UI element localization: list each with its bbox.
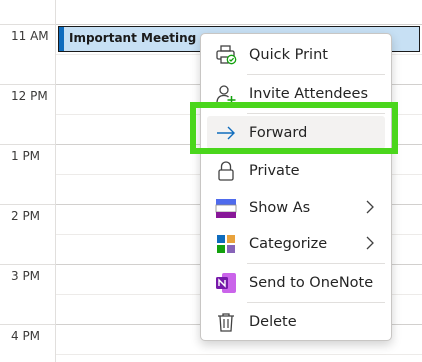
event-color-bar bbox=[59, 27, 64, 51]
context-menu: Quick Print Invite Attendees Forward Pri… bbox=[200, 33, 392, 341]
menu-item-delete[interactable]: Delete bbox=[207, 305, 385, 338]
categorize-icon bbox=[215, 233, 237, 255]
gutter-divider bbox=[0, 204, 55, 205]
menu-separator bbox=[247, 74, 385, 75]
chevron-right-icon bbox=[363, 235, 377, 255]
gutter-divider bbox=[0, 264, 55, 265]
menu-item-private[interactable]: Private bbox=[207, 154, 385, 187]
menu-item-label: Delete bbox=[249, 313, 297, 330]
time-gutter: 11 AM 12 PM 1 PM 2 PM 3 PM 4 PM bbox=[0, 0, 56, 362]
menu-separator bbox=[247, 302, 385, 303]
time-label-1pm: 1 PM bbox=[11, 149, 41, 163]
time-label-2pm: 2 PM bbox=[11, 209, 41, 223]
chevron-right-icon bbox=[363, 199, 377, 219]
time-label-11am: 11 AM bbox=[11, 29, 49, 43]
trash-icon bbox=[215, 311, 237, 333]
onenote-icon bbox=[215, 272, 237, 294]
menu-item-categorize[interactable]: Categorize bbox=[207, 227, 385, 260]
quick-print-icon bbox=[215, 44, 237, 66]
gutter-divider bbox=[0, 24, 55, 25]
menu-item-show-as[interactable]: Show As bbox=[207, 191, 385, 224]
menu-item-quick-print[interactable]: Quick Print bbox=[207, 38, 385, 71]
half-hour-line bbox=[56, 354, 422, 355]
show-as-icon bbox=[215, 197, 237, 219]
event-title: Important Meeting bbox=[69, 31, 197, 45]
menu-separator bbox=[247, 263, 385, 264]
forward-highlight-box bbox=[190, 102, 398, 154]
hour-line bbox=[56, 24, 422, 25]
menu-item-label: Invite Attendees bbox=[249, 85, 369, 102]
menu-item-send-to-onenote[interactable]: Send to OneNote bbox=[207, 266, 385, 299]
lock-icon bbox=[215, 160, 237, 182]
time-label-12pm: 12 PM bbox=[11, 89, 48, 103]
gutter-divider bbox=[0, 144, 55, 145]
menu-item-label: Quick Print bbox=[249, 46, 328, 63]
menu-item-label: Private bbox=[249, 162, 300, 179]
menu-item-label: Send to OneNote bbox=[249, 274, 374, 291]
menu-item-label: Categorize bbox=[249, 235, 328, 252]
gutter-divider bbox=[0, 84, 55, 85]
time-label-3pm: 3 PM bbox=[11, 269, 41, 283]
gutter-divider bbox=[0, 324, 55, 325]
time-label-4pm: 4 PM bbox=[11, 329, 41, 343]
menu-item-label: Show As bbox=[249, 199, 311, 216]
